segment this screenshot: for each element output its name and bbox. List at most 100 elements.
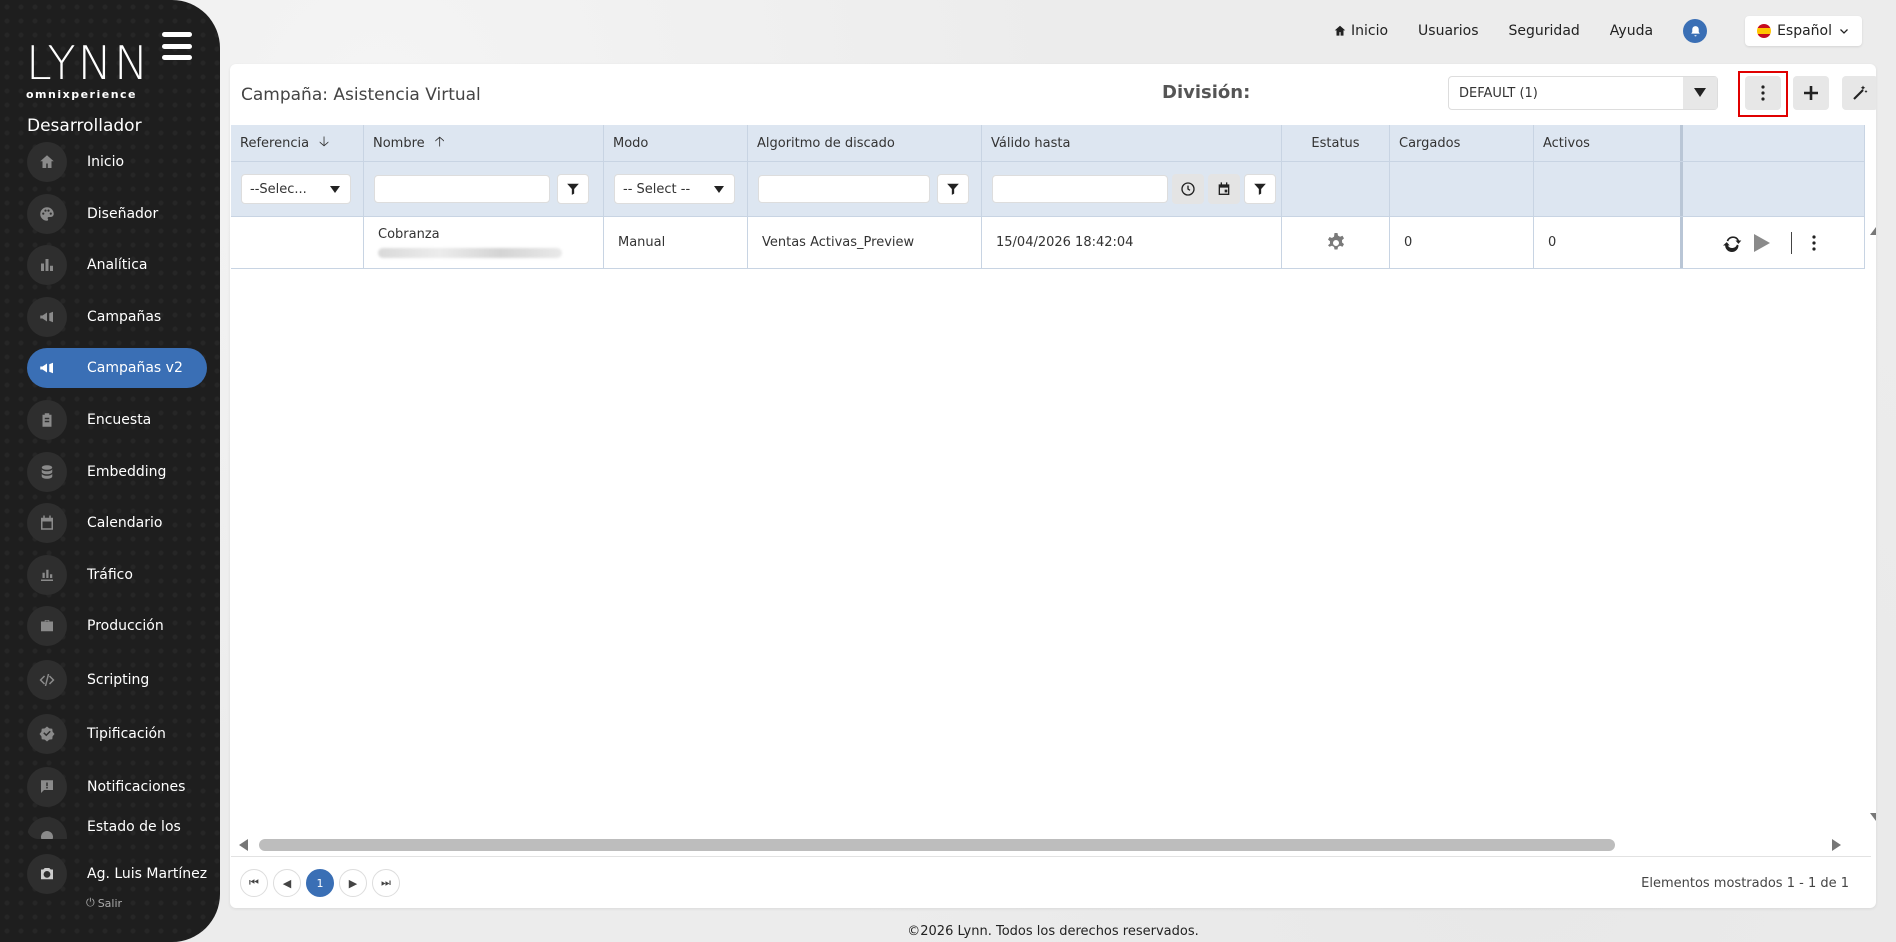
last-page-button[interactable]: ⏭ [372, 869, 400, 897]
kebab-menu-icon[interactable] [1812, 234, 1816, 251]
nav-link-ayuda[interactable]: Ayuda [1610, 23, 1653, 39]
column-header-actions [1683, 125, 1865, 161]
scroll-down-arrow-icon[interactable] [1870, 813, 1876, 821]
sidebar-item-scripting[interactable]: Scripting [27, 660, 207, 700]
column-header-activos[interactable]: Activos [1534, 125, 1683, 161]
prev-page-button[interactable]: ◀ [273, 869, 301, 897]
time-picker-button[interactable] [1172, 174, 1204, 204]
cell-referencia [231, 217, 364, 268]
column-header-estatus[interactable]: Estatus [1282, 125, 1390, 161]
page-title: Campaña: Asistencia Virtual [241, 85, 481, 105]
column-header-modo[interactable]: Modo [604, 125, 748, 161]
logout-link[interactable]: ⏻ Salir [86, 896, 122, 910]
message-alert-icon [27, 767, 67, 807]
status-icon [27, 817, 67, 839]
caret-down-icon[interactable] [1683, 77, 1717, 109]
notifications-bell-icon[interactable] [1683, 19, 1708, 43]
filter-button[interactable] [937, 174, 969, 204]
megaphone-icon [27, 348, 67, 388]
filter-cell-algoritmo [748, 162, 982, 216]
scroll-right-arrow-icon[interactable] [1831, 839, 1841, 851]
home-icon [1334, 25, 1346, 36]
division-select[interactable]: DEFAULT (1) [1448, 76, 1718, 110]
column-header-algoritmo[interactable]: Algoritmo de discado [748, 125, 982, 161]
sidebar-item-tipificacion[interactable]: Tipificación [27, 714, 207, 754]
cell-nombre: Cobranza [364, 217, 604, 268]
campaign-name: Cobranza [378, 227, 440, 242]
gear-icon[interactable] [1324, 231, 1348, 255]
sidebar-item-label: Encuesta [87, 412, 152, 428]
sidebar-item-campanas[interactable]: Campañas [27, 297, 207, 337]
nombre-filter-input[interactable] [374, 175, 550, 203]
first-page-button[interactable]: ⏮ [240, 869, 268, 897]
sidebar-item-notificaciones[interactable]: Notificaciones [27, 767, 207, 807]
scroll-up-arrow-icon[interactable] [1870, 227, 1876, 235]
table-row[interactable]: Cobranza Manual Ventas Activas_Preview 1… [231, 216, 1865, 269]
date-picker-button[interactable] [1208, 174, 1240, 204]
home-icon [27, 142, 67, 182]
redacted-text [378, 248, 562, 258]
cell-activos: 0 [1534, 217, 1683, 268]
hamburger-menu-icon[interactable] [162, 32, 192, 60]
refresh-icon[interactable] [1723, 233, 1743, 253]
sidebar-item-inicio[interactable]: Inicio [27, 142, 207, 182]
filter-button[interactable] [557, 174, 589, 204]
top-navigation: Inicio Usuarios Seguridad Ayuda Español [1333, 16, 1862, 46]
horizontal-scrollbar[interactable] [231, 834, 1851, 854]
user-profile[interactable]: Ag. Luis Martínez [27, 854, 217, 894]
grid-header-row: Referencia 🡣 Nombre 🡡 Modo Algoritmo de … [231, 125, 1865, 161]
plus-icon [1804, 86, 1818, 100]
sort-asc-icon: 🡡 [434, 134, 445, 150]
sidebar-item-label: Campañas [87, 309, 162, 325]
sidebar-item-produccion[interactable]: Producción [27, 606, 207, 646]
nav-link-seguridad[interactable]: Seguridad [1509, 23, 1580, 39]
column-header-cargados[interactable]: Cargados [1390, 125, 1534, 161]
language-label: Español [1777, 23, 1832, 39]
filter-button[interactable] [1244, 174, 1276, 204]
referencia-filter-select[interactable]: --Selec... [241, 174, 351, 204]
add-button[interactable] [1793, 76, 1829, 110]
wizard-button[interactable] [1842, 76, 1876, 110]
scroll-left-arrow-icon[interactable] [239, 839, 249, 851]
cell-estatus [1282, 217, 1390, 268]
database-icon [27, 452, 67, 492]
scrollbar-thumb[interactable] [259, 839, 1615, 851]
sidebar-item-campanas-v2[interactable]: Campañas v2 [27, 348, 207, 388]
sidebar-item-encuesta[interactable]: Encuesta [27, 400, 207, 440]
sidebar-item-analitica[interactable]: Analítica [27, 245, 207, 285]
user-name: Ag. Luis Martínez [87, 866, 208, 882]
algoritmo-filter-input[interactable] [758, 175, 930, 203]
page-number-button[interactable]: 1 [306, 869, 334, 897]
sidebar-item-calendario[interactable]: Calendario [27, 503, 207, 543]
column-label: Nombre [373, 135, 425, 151]
filter-icon [947, 183, 959, 195]
sidebar-item-estado[interactable]: Estado de los [27, 817, 207, 839]
next-page-button[interactable]: ▶ [339, 869, 367, 897]
sidebar-item-embedding[interactable]: Embedding [27, 452, 207, 492]
modo-filter-select[interactable]: -- Select -- [614, 174, 735, 204]
column-header-nombre[interactable]: Nombre 🡡 [364, 125, 604, 161]
app-logo[interactable]: LYNN omnixperience [26, 40, 148, 104]
column-header-valido-hasta[interactable]: Válido hasta [982, 125, 1282, 161]
sort-desc-icon: 🡣 [319, 134, 330, 150]
sidebar-item-label: Tráfico [87, 567, 133, 583]
sidebar-item-label: Inicio [87, 154, 125, 170]
sidebar-item-trafico[interactable]: Tráfico [27, 555, 207, 595]
fecha-filter-input[interactable] [992, 175, 1168, 203]
clock-icon [1181, 182, 1195, 196]
palette-icon [27, 194, 67, 234]
language-selector[interactable]: Español [1745, 16, 1862, 46]
sidebar-item-disenador[interactable]: Diseñador [27, 194, 207, 234]
caret-down-icon [330, 186, 340, 193]
column-header-referencia[interactable]: Referencia 🡣 [231, 125, 364, 161]
play-icon[interactable] [1753, 233, 1771, 253]
sidebar: LYNN omnixperience Desarrollador Inicio … [0, 0, 220, 942]
nav-link-inicio[interactable]: Inicio [1333, 23, 1388, 39]
logout-label: Salir [97, 896, 123, 910]
division-label: División: [1162, 82, 1251, 103]
nav-link-label: Inicio [1350, 23, 1389, 39]
sidebar-item-label: Campañas v2 [87, 360, 183, 376]
nav-link-usuarios[interactable]: Usuarios [1418, 23, 1479, 39]
magic-wand-icon [1853, 85, 1868, 100]
traffic-chart-icon [27, 555, 67, 595]
